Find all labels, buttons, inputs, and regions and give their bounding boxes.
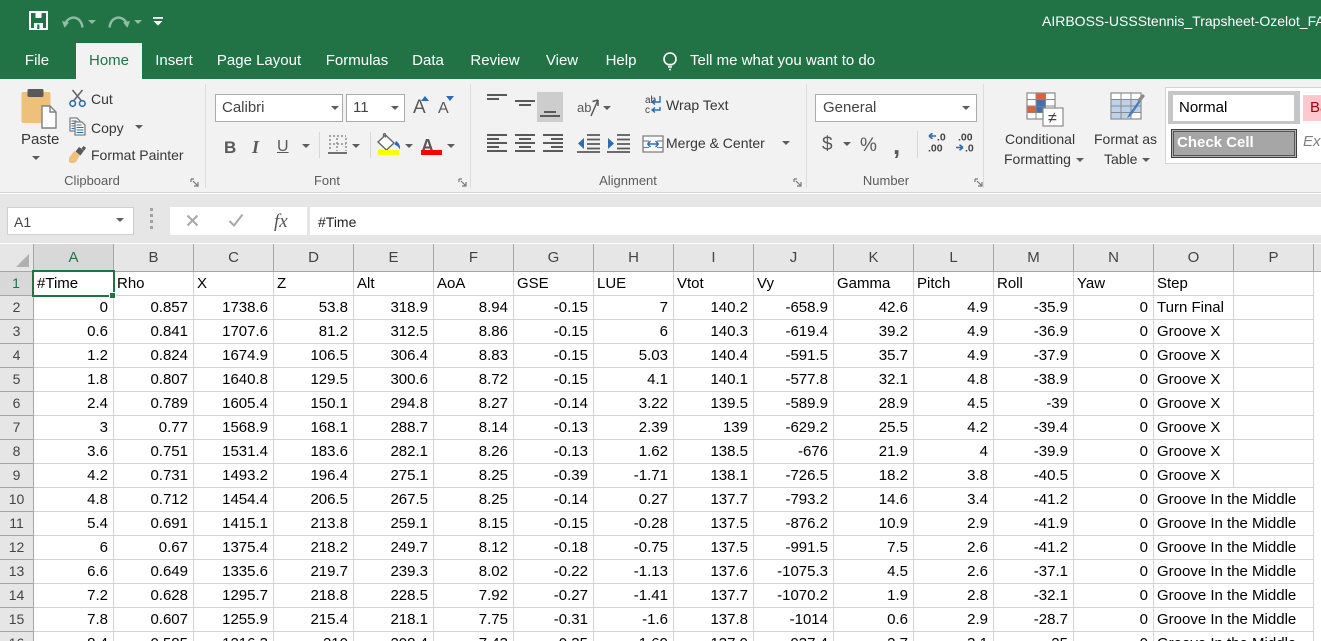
- svg-text:≠: ≠: [1048, 110, 1057, 127]
- svg-text:.00: .00: [928, 143, 943, 155]
- svg-text:ab: ab: [577, 100, 591, 115]
- svg-text:.0: .0: [965, 143, 974, 155]
- svg-text:c: c: [645, 105, 650, 114]
